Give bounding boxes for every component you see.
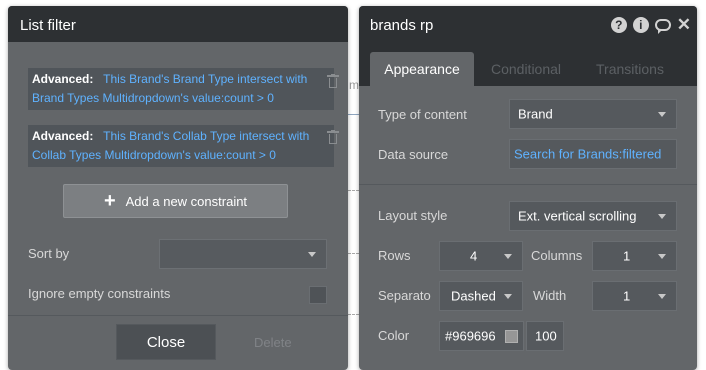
columns-label: Columns: [531, 248, 583, 263]
tab-appearance[interactable]: Appearance: [370, 52, 474, 86]
chevron-down-icon: [308, 252, 316, 257]
trash-icon[interactable]: [327, 130, 339, 144]
tab-transitions[interactable]: Transitions: [584, 52, 676, 86]
footer-divider: [8, 315, 348, 316]
panel-title: brands rp: [370, 17, 434, 34]
rows-label: Rows: [378, 248, 411, 263]
chevron-down-icon: [658, 294, 666, 299]
opacity-value: 100: [535, 328, 557, 344]
constraint-item[interactable]: Advanced: This Brand's Collab Type inter…: [28, 125, 334, 167]
layout-style-label: Layout style: [378, 208, 448, 223]
data-source-value[interactable]: Search for Brands:filtered: [514, 147, 661, 162]
layout-style-value: Ext. vertical scrolling: [518, 208, 637, 224]
delete-button: Delete: [254, 335, 292, 350]
header-icons: ? i ✕: [610, 16, 691, 34]
panel-title: List filter: [20, 17, 76, 34]
separator-label: Separato: [378, 288, 431, 303]
constraint-item[interactable]: Advanced: This Brand's Brand Type inters…: [28, 68, 334, 110]
sort-by-label: Sort by: [28, 246, 70, 261]
comment-icon[interactable]: [654, 19, 671, 34]
width-label: Width: [533, 288, 567, 303]
list-filter-header[interactable]: List filter: [8, 6, 348, 42]
canvas-dashed-line: [348, 190, 359, 191]
trash-icon[interactable]: [327, 74, 339, 88]
width-value: 1: [623, 288, 631, 304]
rows-value: 4: [470, 248, 478, 264]
property-editor-header[interactable]: brands rp ? i ✕ Appearance Conditional T…: [359, 6, 697, 86]
separator-value: Dashed: [451, 288, 496, 304]
type-of-content-dropdown[interactable]: Brand: [509, 99, 677, 129]
ignore-empty-checkbox[interactable]: [309, 286, 327, 304]
ignore-empty-label: Ignore empty constraints: [28, 286, 171, 301]
data-source-field[interactable]: Search for Brands:filtered: [509, 139, 677, 169]
list-filter-panel: List filter Advanced: This Brand's Brand…: [8, 6, 348, 370]
type-of-content-label: Type of content: [378, 107, 467, 122]
separator-dropdown[interactable]: Dashed: [439, 281, 523, 311]
add-constraint-label: Add a new constraint: [125, 193, 248, 209]
color-swatch[interactable]: [505, 330, 518, 343]
chevron-down-icon: [658, 112, 666, 117]
columns-dropdown[interactable]: 1: [592, 241, 677, 271]
canvas-selection-line: [348, 114, 359, 115]
type-of-content-value: Brand: [518, 106, 553, 122]
plus-icon: +: [103, 190, 116, 212]
color-value: #969696: [445, 328, 496, 344]
data-source-label: Data source: [378, 147, 449, 162]
close-button[interactable]: Close: [116, 324, 216, 360]
constraint-prefix: Advanced:: [32, 129, 94, 143]
close-icon[interactable]: ✕: [677, 16, 691, 33]
tab-conditional[interactable]: Conditional: [479, 52, 573, 86]
canvas-text-fragment: m: [349, 78, 359, 92]
width-dropdown[interactable]: 1: [592, 281, 677, 311]
sort-by-dropdown[interactable]: [159, 239, 327, 269]
chevron-down-icon: [658, 254, 666, 259]
info-icon[interactable]: i: [632, 17, 649, 33]
section-divider: [359, 184, 697, 185]
chevron-down-icon: [504, 254, 512, 259]
property-editor-panel: brands rp ? i ✕ Appearance Conditional T…: [359, 6, 697, 370]
color-field[interactable]: #969696: [439, 321, 524, 351]
chevron-down-icon: [658, 214, 666, 219]
color-label: Color: [378, 328, 410, 343]
rows-dropdown[interactable]: 4: [439, 241, 523, 271]
add-constraint-button[interactable]: + Add a new constraint: [63, 184, 288, 218]
chevron-down-icon: [504, 294, 512, 299]
help-icon[interactable]: ?: [610, 17, 627, 33]
opacity-field[interactable]: 100: [526, 321, 564, 351]
columns-value: 1: [623, 248, 631, 264]
layout-style-dropdown[interactable]: Ext. vertical scrolling: [509, 201, 677, 231]
canvas-dashed-line: [348, 314, 359, 315]
canvas-dashed-line: [348, 253, 359, 254]
constraint-prefix: Advanced:: [32, 72, 94, 86]
